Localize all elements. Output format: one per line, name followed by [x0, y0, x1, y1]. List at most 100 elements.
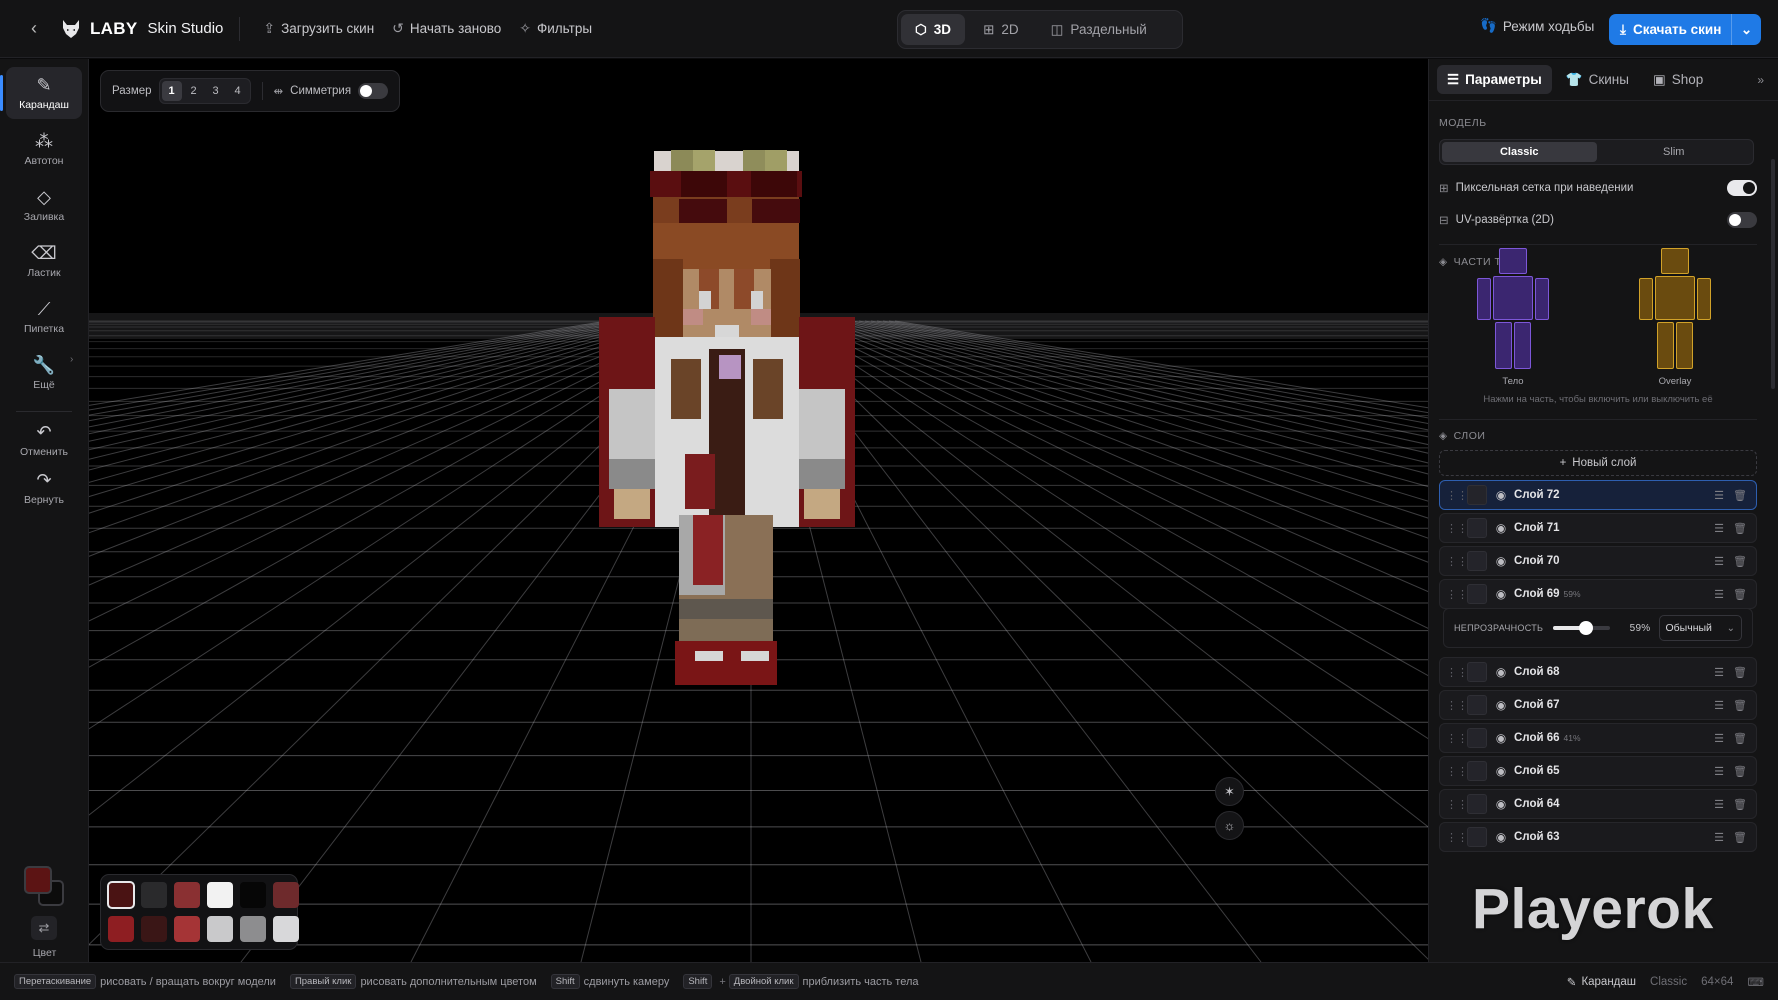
trash-icon[interactable]: 🗑: [1733, 798, 1747, 811]
tab-shop[interactable]: ▣ Shop: [1643, 65, 1713, 94]
layer-settings-icon[interactable]: ☰: [1714, 699, 1724, 712]
swap-colors-button[interactable]: ⇄: [31, 916, 57, 940]
palette-swatch[interactable]: [141, 882, 167, 908]
model-classic-option[interactable]: Classic: [1442, 142, 1597, 162]
drag-handle-icon[interactable]: ⋮⋮: [1446, 765, 1468, 778]
palette-swatch[interactable]: [207, 882, 233, 908]
lighting-button[interactable]: ☼: [1215, 811, 1244, 840]
drag-handle-icon[interactable]: ⋮⋮: [1446, 732, 1468, 745]
layer-settings-icon[interactable]: ☰: [1714, 666, 1724, 679]
body-right-arm-part[interactable]: [1477, 278, 1491, 320]
palette-swatch[interactable]: [107, 881, 135, 909]
tool-fill[interactable]: ◇ Заливка: [6, 179, 82, 231]
eye-icon[interactable]: ◉: [1494, 764, 1508, 778]
filters-button[interactable]: ✧ Фильтры: [510, 14, 601, 43]
trash-icon[interactable]: 🗑: [1733, 489, 1747, 502]
palette-swatch[interactable]: [207, 915, 233, 942]
layer-row[interactable]: ⋮⋮ ◉ Слой 68 ☰ 🗑: [1439, 657, 1757, 687]
trash-icon[interactable]: 🗑: [1733, 732, 1747, 745]
view-3d-tab[interactable]: ⬡ 3D: [901, 14, 966, 45]
trash-icon[interactable]: 🗑: [1733, 588, 1747, 601]
layer-row[interactable]: ⋮⋮ ◉ Слой 67 ☰ 🗑: [1439, 690, 1757, 720]
overlay-head-part[interactable]: [1661, 248, 1689, 274]
palette-swatch[interactable]: [108, 915, 134, 942]
symmetry-toggle[interactable]: [358, 83, 389, 99]
download-skin-button[interactable]: ⤓ Скачать скин: [1609, 14, 1731, 45]
layer-settings-icon[interactable]: ☰: [1714, 798, 1724, 811]
tab-skins[interactable]: 👕 Скины: [1556, 65, 1639, 94]
collapse-panel-button[interactable]: »: [1751, 73, 1770, 87]
uv-toggle[interactable]: [1727, 212, 1757, 228]
layer-settings-icon[interactable]: ☰: [1714, 555, 1724, 568]
download-options-button[interactable]: ⌄: [1731, 14, 1761, 45]
back-button[interactable]: ‹: [22, 17, 46, 41]
overlay-right-arm-part[interactable]: [1639, 278, 1653, 320]
opacity-slider[interactable]: [1553, 621, 1610, 635]
trash-icon[interactable]: 🗑: [1733, 699, 1747, 712]
layer-settings-icon[interactable]: ☰: [1714, 831, 1724, 844]
model-slim-option[interactable]: Slim: [1597, 142, 1752, 162]
pixel-grid-toggle[interactable]: [1727, 180, 1757, 196]
layer-row[interactable]: ⋮⋮ ◉ Слой 66 41% ☰ 🗑: [1439, 723, 1757, 753]
palette-swatch[interactable]: [174, 915, 200, 942]
overlay-torso-part[interactable]: [1655, 276, 1695, 320]
layer-row[interactable]: ⋮⋮ ◉ Слой 65 ☰ 🗑: [1439, 756, 1757, 786]
primary-color-swatch[interactable]: [24, 866, 52, 894]
tab-parameters[interactable]: ☰ Параметры: [1437, 65, 1552, 94]
reset-button[interactable]: ↺ Начать заново: [383, 14, 510, 43]
overlay-right-leg-part[interactable]: [1657, 322, 1674, 369]
layer-settings-icon[interactable]: ☰: [1714, 765, 1724, 778]
layer-settings-icon[interactable]: ☰: [1714, 732, 1724, 745]
size-2-button[interactable]: 2: [184, 81, 204, 101]
drag-handle-icon[interactable]: ⋮⋮: [1446, 489, 1468, 502]
layer-row[interactable]: ⋮⋮ ◉ Слой 64 ☰ 🗑: [1439, 789, 1757, 819]
drag-handle-icon[interactable]: ⋮⋮: [1446, 831, 1468, 844]
tool-pencil[interactable]: ✎ Карандаш: [0, 67, 82, 119]
drag-handle-icon[interactable]: ⋮⋮: [1446, 588, 1468, 601]
tool-eyedropper[interactable]: ⟋ Пипетка: [6, 291, 82, 343]
trash-icon[interactable]: 🗑: [1733, 666, 1747, 679]
body-head-part[interactable]: [1499, 248, 1527, 274]
pose-button[interactable]: ✶: [1215, 777, 1244, 806]
trash-icon[interactable]: 🗑: [1733, 555, 1747, 568]
new-layer-button[interactable]: + Новый слой: [1439, 450, 1757, 476]
upload-skin-button[interactable]: ⇪ Загрузить скин: [254, 14, 383, 43]
layer-row[interactable]: ⋮⋮ ◉ Слой 70 ☰ 🗑: [1439, 546, 1757, 576]
body-torso-part[interactable]: [1493, 276, 1533, 320]
redo-button[interactable]: ↷ Вернуть: [6, 465, 82, 511]
blend-mode-select[interactable]: Обычный ⌄: [1658, 615, 1742, 641]
view-split-tab[interactable]: ◫ Раздельный: [1037, 14, 1161, 45]
body-left-arm-part[interactable]: [1535, 278, 1549, 320]
walk-mode-button[interactable]: 👣 Режим ходьбы: [1480, 18, 1594, 34]
eye-icon[interactable]: ◉: [1494, 554, 1508, 568]
eye-icon[interactable]: ◉: [1494, 665, 1508, 679]
eye-icon[interactable]: ◉: [1494, 698, 1508, 712]
drag-handle-icon[interactable]: ⋮⋮: [1446, 699, 1468, 712]
palette-swatch[interactable]: [240, 915, 266, 942]
palette-swatch[interactable]: [141, 915, 167, 942]
eye-icon[interactable]: ◉: [1494, 731, 1508, 745]
eye-icon[interactable]: ◉: [1494, 587, 1508, 601]
layer-row[interactable]: ⋮⋮ ◉ Слой 69 59% ☰ 🗑: [1439, 579, 1757, 609]
overlay-left-leg-part[interactable]: [1676, 322, 1693, 369]
keyboard-icon[interactable]: ⌨: [1747, 975, 1764, 989]
layer-settings-icon[interactable]: ☰: [1714, 588, 1724, 601]
size-1-button[interactable]: 1: [161, 81, 182, 101]
layer-row[interactable]: ⋮⋮ ◉ Слой 71 ☰ 🗑: [1439, 513, 1757, 543]
3d-viewport[interactable]: Размер 1 2 3 4 ⇹ Симметрия ✶ ☼: [89, 59, 1428, 962]
trash-icon[interactable]: 🗑: [1733, 765, 1747, 778]
eye-icon[interactable]: ◉: [1494, 830, 1508, 844]
palette-swatch[interactable]: [240, 882, 266, 908]
opacity-slider-handle[interactable]: [1579, 621, 1594, 635]
body-left-leg-part[interactable]: [1514, 322, 1531, 369]
palette-swatch[interactable]: [273, 882, 299, 908]
eye-icon[interactable]: ◉: [1494, 488, 1508, 502]
drag-handle-icon[interactable]: ⋮⋮: [1446, 666, 1468, 679]
trash-icon[interactable]: 🗑: [1733, 831, 1747, 844]
eye-icon[interactable]: ◉: [1494, 797, 1508, 811]
layer-settings-icon[interactable]: ☰: [1714, 489, 1724, 502]
layer-row[interactable]: ⋮⋮ ◉ Слой 72 ☰ 🗑: [1439, 480, 1757, 510]
trash-icon[interactable]: 🗑: [1733, 522, 1747, 535]
body-right-leg-part[interactable]: [1495, 322, 1512, 369]
drag-handle-icon[interactable]: ⋮⋮: [1446, 798, 1468, 811]
